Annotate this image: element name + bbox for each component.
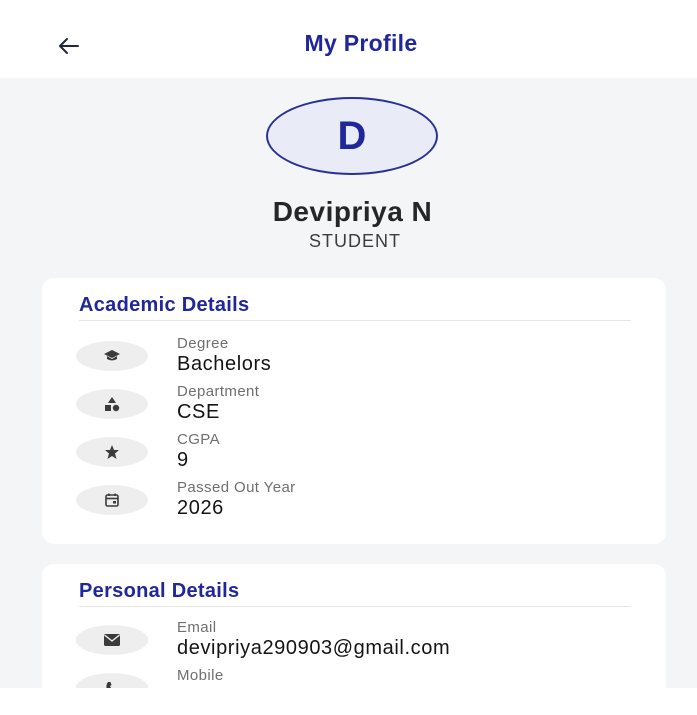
cgpa-row: CGPA 9 bbox=[76, 431, 636, 475]
passed-out-year-value: 2026 bbox=[177, 497, 224, 519]
divider bbox=[79, 606, 631, 607]
profile-content[interactable]: D Devipriya N STUDENT Academic Details D… bbox=[0, 78, 697, 688]
passed-out-year-label: Passed Out Year bbox=[177, 479, 296, 496]
page-title: My Profile bbox=[304, 30, 418, 56]
department-label: Department bbox=[177, 383, 260, 400]
passed-out-year-row: Passed Out Year 2026 bbox=[76, 479, 636, 523]
user-name: Devipriya N bbox=[272, 196, 433, 227]
personal-details-card: Personal Details Email devipriya290903@g… bbox=[42, 564, 666, 688]
app-header: My Profile bbox=[0, 0, 697, 78]
calendar-icon bbox=[76, 485, 148, 515]
category-shapes-icon bbox=[76, 389, 148, 419]
phone-icon bbox=[76, 673, 148, 688]
department-row: Department CSE bbox=[76, 383, 636, 427]
degree-label: Degree bbox=[177, 335, 229, 352]
star-icon bbox=[76, 437, 148, 467]
user-role: STUDENT bbox=[309, 231, 401, 251]
bottom-bar bbox=[0, 688, 697, 715]
cgpa-value: 9 bbox=[177, 449, 189, 471]
academic-details-card: Academic Details Degree Bachelors Depart… bbox=[42, 278, 666, 544]
mobile-row: Mobile bbox=[76, 667, 636, 688]
graduation-cap-icon bbox=[76, 341, 148, 371]
email-value: devipriya290903@gmail.com bbox=[177, 637, 451, 659]
mail-icon bbox=[76, 625, 148, 655]
degree-value: Bachelors bbox=[177, 353, 272, 375]
personal-details-title: Personal Details bbox=[79, 580, 240, 602]
avatar-initial: D bbox=[337, 113, 367, 158]
mobile-label: Mobile bbox=[177, 667, 224, 684]
degree-row: Degree Bachelors bbox=[76, 335, 636, 379]
divider bbox=[79, 320, 631, 321]
department-value: CSE bbox=[177, 401, 220, 423]
cgpa-label: CGPA bbox=[177, 431, 220, 448]
email-label: Email bbox=[177, 619, 217, 636]
email-row: Email devipriya290903@gmail.com bbox=[76, 619, 636, 663]
avatar: D bbox=[266, 97, 438, 175]
academic-details-title: Academic Details bbox=[79, 294, 250, 316]
